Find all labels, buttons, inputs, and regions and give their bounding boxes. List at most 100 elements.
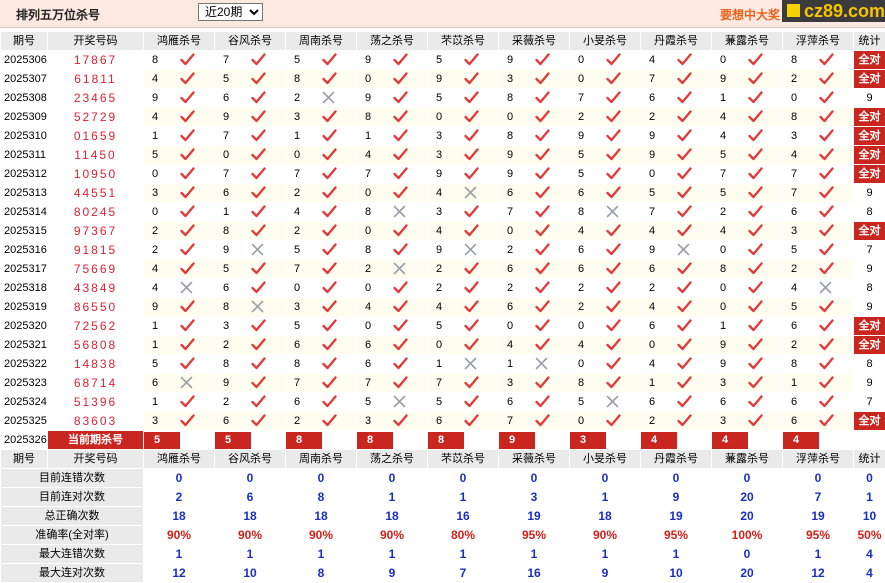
logo-square-icon (787, 4, 800, 17)
kill-value-cell: 3 (428, 146, 499, 165)
kill-value-cell: 0 (570, 317, 641, 336)
stats-row: 目前连错次数00000000000 (1, 469, 885, 488)
kill-value-cell: 4 (712, 127, 783, 146)
correct-mark (180, 168, 195, 180)
kill-value-cell: 3 (428, 203, 499, 222)
current-kill-number: 8 (428, 432, 464, 449)
cross-icon (251, 243, 264, 256)
draw-number-cell: 80245 (48, 203, 144, 222)
period-cell: 2025317 (1, 260, 48, 279)
stats-row: 目前连对次数268113192071 (1, 488, 885, 507)
stats-value: 20 (712, 507, 783, 526)
correct-mark (535, 320, 550, 332)
correct-mark (535, 225, 550, 237)
column-header: 期号 (1, 450, 48, 469)
current-kill-number: 9 (499, 432, 535, 449)
kill-value-cell: 3 (428, 127, 499, 146)
row-total-cell: 全对 (854, 146, 885, 165)
check-icon (748, 148, 763, 161)
correct-mark (251, 339, 266, 351)
kill-value-cell: 7 (428, 374, 499, 393)
correct-mark (464, 54, 479, 66)
wrong-mark (464, 187, 477, 199)
kill-value-cell: 2 (641, 108, 712, 127)
correct-mark (393, 130, 408, 142)
current-kill-number: 4 (783, 432, 819, 449)
kill-value-cell: 7 (499, 412, 570, 431)
stats-value: 1 (499, 545, 570, 564)
check-icon (677, 395, 692, 408)
kill-value-cell: 1 (286, 127, 357, 146)
correct-mark (322, 339, 337, 351)
column-header: 丹霞杀号 (641, 32, 712, 51)
stats-value: 1 (144, 545, 215, 564)
kill-value-cell: 4 (641, 355, 712, 374)
kill-value-cell: 0 (641, 165, 712, 184)
check-icon (748, 53, 763, 66)
current-kill-cell: 5 (144, 431, 215, 450)
stats-value: 1 (428, 488, 499, 507)
current-kill-number: 8 (357, 432, 393, 449)
cross-icon (180, 376, 193, 389)
stats-value: 1 (854, 488, 885, 507)
check-icon (393, 319, 408, 332)
correct-mark (606, 187, 621, 199)
kill-value-cell: 0 (712, 279, 783, 298)
correct-mark (464, 225, 479, 237)
correct-mark (535, 301, 550, 313)
site-logo[interactable]: cz89.com (782, 0, 885, 22)
correct-mark (819, 187, 834, 199)
current-kill-number: 4 (712, 432, 748, 449)
correct-mark (322, 225, 337, 237)
column-header: 小旻杀号 (570, 450, 641, 469)
kill-value-cell: 0 (499, 222, 570, 241)
correct-mark (393, 320, 408, 332)
wrong-mark (322, 92, 335, 104)
check-icon (606, 167, 621, 180)
kill-value-cell: 8 (215, 355, 286, 374)
kill-value-cell: 2 (215, 393, 286, 412)
correct-mark (251, 225, 266, 237)
stats-value: 4 (854, 545, 885, 564)
kill-value-cell: 4 (499, 336, 570, 355)
period-select[interactable]: 近20期 (198, 3, 263, 21)
check-icon (535, 186, 550, 199)
table-row: 20253198655098344624059 (1, 298, 885, 317)
check-icon (535, 281, 550, 294)
kill-value-cell: 6 (641, 393, 712, 412)
cross-icon (180, 281, 193, 294)
stats-value: 2 (144, 488, 215, 507)
check-icon (677, 205, 692, 218)
check-icon (251, 395, 266, 408)
draw-number-cell: 51396 (48, 393, 144, 412)
check-icon (464, 53, 479, 66)
kill-value-cell: 1 (783, 374, 854, 393)
correct-mark (251, 358, 266, 370)
check-icon (748, 72, 763, 85)
promo-text[interactable]: 要想中大奖 (720, 6, 780, 23)
correct-mark (180, 130, 195, 142)
row-total-cell: 9 (854, 260, 885, 279)
kill-value-cell: 8 (499, 89, 570, 108)
table-row: 20253236871469777381319 (1, 374, 885, 393)
check-icon (535, 376, 550, 389)
correct-mark (393, 358, 408, 370)
column-header: 鸿雁杀号 (144, 450, 215, 469)
draw-number-cell: 11450 (48, 146, 144, 165)
correct-mark (677, 396, 692, 408)
current-kill-label: 当前期杀号 (48, 431, 144, 450)
correct-mark (322, 54, 337, 66)
kill-value-cell: 2 (286, 184, 357, 203)
correct-mark (251, 206, 266, 218)
kill-value-cell: 7 (357, 374, 428, 393)
column-header: 蒹露杀号 (712, 32, 783, 51)
check-icon (748, 110, 763, 123)
cross-icon (464, 243, 477, 256)
kill-value-cell: 8 (286, 355, 357, 374)
check-icon (322, 186, 337, 199)
column-header: 蒹露杀号 (712, 450, 783, 469)
current-kill-cell: 5 (215, 431, 286, 450)
kill-value-cell: 7 (570, 89, 641, 108)
check-icon (322, 376, 337, 389)
stats-value: 0 (783, 469, 854, 488)
